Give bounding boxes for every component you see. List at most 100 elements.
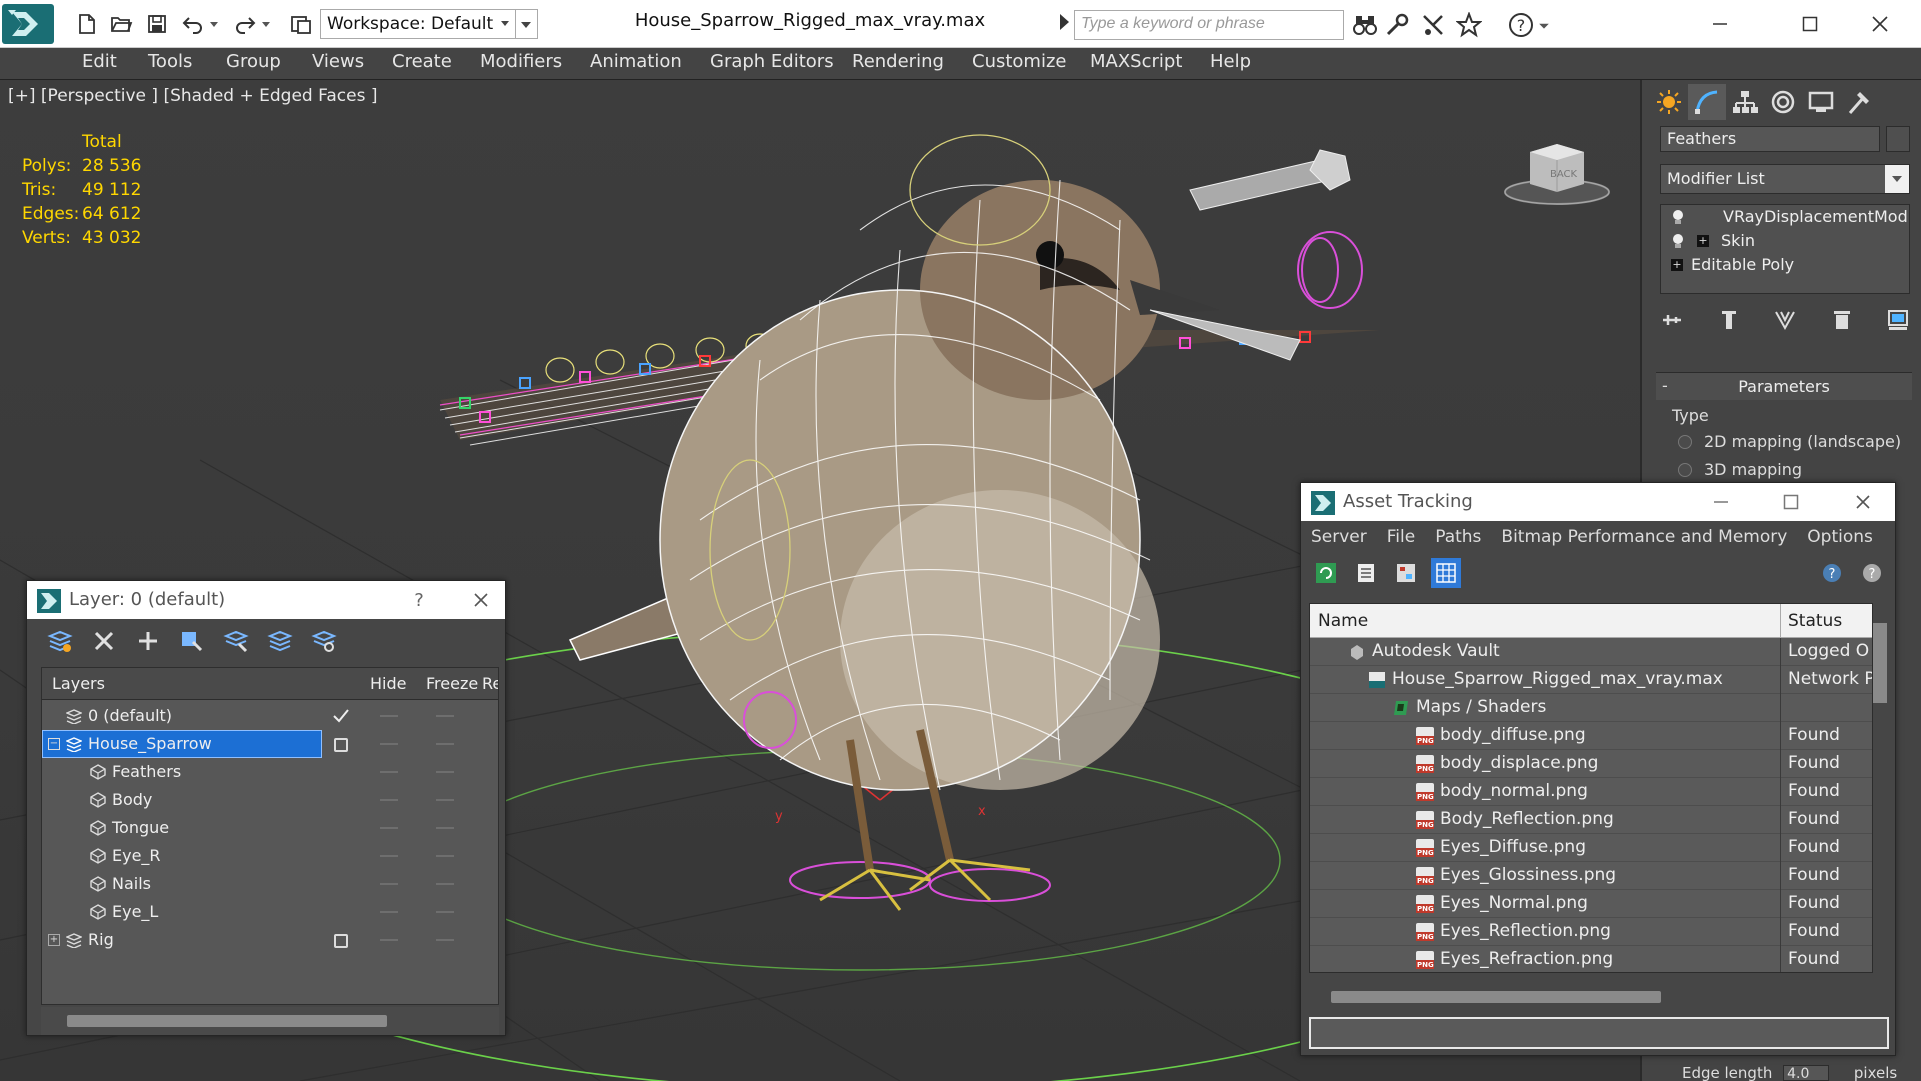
asset-row[interactable]: Eyes_Refraction.png Found bbox=[1310, 946, 1872, 972]
star-icon[interactable] bbox=[1456, 12, 1482, 38]
minimize-button[interactable] bbox=[1703, 487, 1739, 517]
stack-item-editable-poly[interactable]: + Editable Poly bbox=[1661, 253, 1909, 277]
menu-tools[interactable]: Tools bbox=[148, 51, 192, 72]
tab-motion[interactable] bbox=[1764, 84, 1802, 120]
vertical-scrollbar[interactable] bbox=[1873, 623, 1887, 703]
new-layer-button[interactable] bbox=[43, 624, 77, 658]
radio-3d-mapping[interactable]: 3D mapping bbox=[1678, 460, 1802, 479]
current-layer-box[interactable] bbox=[334, 934, 348, 948]
object-color-swatch[interactable] bbox=[1886, 126, 1910, 152]
column-header[interactable]: Name bbox=[1318, 611, 1368, 631]
list-view-button[interactable] bbox=[1351, 558, 1381, 588]
menu-views[interactable]: Views bbox=[312, 51, 364, 72]
help-button[interactable]: ? bbox=[1857, 558, 1887, 588]
modifier-list-dropdown[interactable]: Modifier List bbox=[1660, 164, 1910, 194]
asset-panel-titlebar[interactable]: Asset Tracking bbox=[1301, 483, 1895, 521]
make-unique-icon[interactable] bbox=[1773, 308, 1797, 332]
radio-circle[interactable] bbox=[1678, 434, 1692, 449]
select-in-layer-button[interactable] bbox=[175, 624, 209, 658]
tab-create[interactable] bbox=[1650, 84, 1688, 120]
freeze-toggle[interactable] bbox=[436, 939, 454, 941]
vault-help-button[interactable]: ? bbox=[1817, 558, 1847, 588]
freeze-toggle[interactable] bbox=[436, 911, 454, 913]
layer-current-button[interactable] bbox=[263, 624, 297, 658]
show-end-result-icon[interactable] bbox=[1717, 308, 1741, 332]
help-dropdown-icon[interactable] bbox=[1538, 12, 1550, 38]
undo-icon[interactable] bbox=[178, 10, 208, 38]
tab-hierarchy[interactable] bbox=[1726, 84, 1764, 120]
hide-toggle[interactable] bbox=[380, 743, 398, 745]
add-to-layer-button[interactable] bbox=[131, 624, 165, 658]
asset-row[interactable]: Eyes_Reflection.png Found bbox=[1310, 918, 1872, 946]
column-header[interactable]: Freeze bbox=[426, 674, 478, 693]
layer-row[interactable]: − House_Sparrow bbox=[42, 730, 498, 758]
layer-name[interactable]: Rig bbox=[88, 930, 114, 949]
freeze-toggle[interactable] bbox=[436, 827, 454, 829]
menu-file[interactable]: File bbox=[1387, 527, 1415, 547]
search-expand-icon[interactable] bbox=[1060, 14, 1069, 30]
asset-path-input[interactable] bbox=[1309, 1017, 1889, 1049]
help-button[interactable]: ? bbox=[401, 585, 437, 615]
binoculars-icon[interactable] bbox=[1352, 12, 1378, 38]
freeze-toggle[interactable] bbox=[436, 743, 454, 745]
minimize-button[interactable] bbox=[1690, 6, 1750, 42]
asset-row[interactable]: Maps / Shaders bbox=[1310, 694, 1872, 722]
layer-properties-button[interactable] bbox=[307, 624, 341, 658]
menu-rendering[interactable]: Rendering bbox=[852, 51, 944, 72]
workspace-menu-button[interactable] bbox=[516, 9, 538, 39]
close-button[interactable] bbox=[1845, 487, 1881, 517]
hide-toggle[interactable] bbox=[380, 883, 398, 885]
save-file-icon[interactable] bbox=[142, 10, 172, 38]
pin-stack-icon[interactable] bbox=[1660, 308, 1684, 332]
asset-row[interactable]: Autodesk Vault Logged O bbox=[1310, 638, 1872, 666]
menu-customize[interactable]: Customize bbox=[972, 51, 1066, 72]
object-name[interactable]: Eye_R bbox=[112, 846, 161, 865]
delete-layer-button[interactable] bbox=[87, 624, 121, 658]
menu-create[interactable]: Create bbox=[392, 51, 452, 72]
freeze-toggle[interactable] bbox=[436, 715, 454, 717]
project-folder-icon[interactable] bbox=[286, 10, 316, 38]
stack-item-skin[interactable]: + Skin bbox=[1661, 229, 1909, 253]
refresh-button[interactable] bbox=[1311, 558, 1341, 588]
layer-row[interactable]: 0 (default) bbox=[42, 702, 498, 730]
freeze-toggle[interactable] bbox=[436, 799, 454, 801]
object-name-field[interactable]: Feathers bbox=[1660, 126, 1880, 152]
column-header[interactable]: Status bbox=[1788, 611, 1842, 631]
search-input[interactable]: Type a keyword or phrase bbox=[1074, 10, 1344, 40]
freeze-toggle[interactable] bbox=[436, 771, 454, 773]
help-icon[interactable]: ? bbox=[1508, 12, 1534, 38]
collapse-minus-icon[interactable]: − bbox=[48, 738, 60, 750]
menu-bitmap-performance[interactable]: Bitmap Performance and Memory bbox=[1501, 527, 1787, 547]
radio-circle[interactable] bbox=[1678, 462, 1692, 477]
lightbulb-icon[interactable] bbox=[1671, 209, 1685, 225]
edge-length-input[interactable]: 4.0 bbox=[1783, 1065, 1830, 1081]
menu-server[interactable]: Server bbox=[1311, 527, 1367, 547]
asset-row[interactable]: body_normal.png Found bbox=[1310, 778, 1872, 806]
hide-toggle[interactable] bbox=[380, 799, 398, 801]
asset-row[interactable]: Eyes_Normal.png Found bbox=[1310, 890, 1872, 918]
hide-toggle[interactable] bbox=[380, 939, 398, 941]
column-header[interactable]: Layers bbox=[52, 674, 105, 693]
column-divider[interactable] bbox=[1780, 604, 1781, 638]
undo-dropdown-icon[interactable] bbox=[206, 10, 222, 38]
hide-toggle[interactable] bbox=[380, 827, 398, 829]
horizontal-scrollbar[interactable] bbox=[1331, 991, 1661, 1003]
layer-row[interactable]: Eye_L bbox=[42, 898, 498, 926]
layer-row[interactable]: Tongue bbox=[42, 814, 498, 842]
expand-plus-icon[interactable]: + bbox=[1697, 235, 1709, 247]
column-header[interactable]: Re bbox=[482, 674, 498, 693]
object-name[interactable]: Nails bbox=[112, 874, 151, 893]
checkmark-icon[interactable] bbox=[332, 708, 350, 724]
chevron-down-icon[interactable] bbox=[1885, 165, 1909, 193]
layer-row[interactable]: Body bbox=[42, 786, 498, 814]
redo-icon[interactable] bbox=[230, 10, 260, 38]
current-layer-box[interactable] bbox=[334, 738, 348, 752]
maximize-button[interactable] bbox=[1780, 6, 1840, 42]
tools-icon[interactable] bbox=[1384, 12, 1410, 38]
object-name[interactable]: Tongue bbox=[112, 818, 169, 837]
remove-modifier-icon[interactable] bbox=[1830, 308, 1854, 332]
close-button[interactable] bbox=[1850, 6, 1910, 42]
hide-toggle[interactable] bbox=[380, 771, 398, 773]
lightbulb-icon[interactable] bbox=[1671, 233, 1685, 249]
menu-edit[interactable]: Edit bbox=[82, 51, 117, 72]
